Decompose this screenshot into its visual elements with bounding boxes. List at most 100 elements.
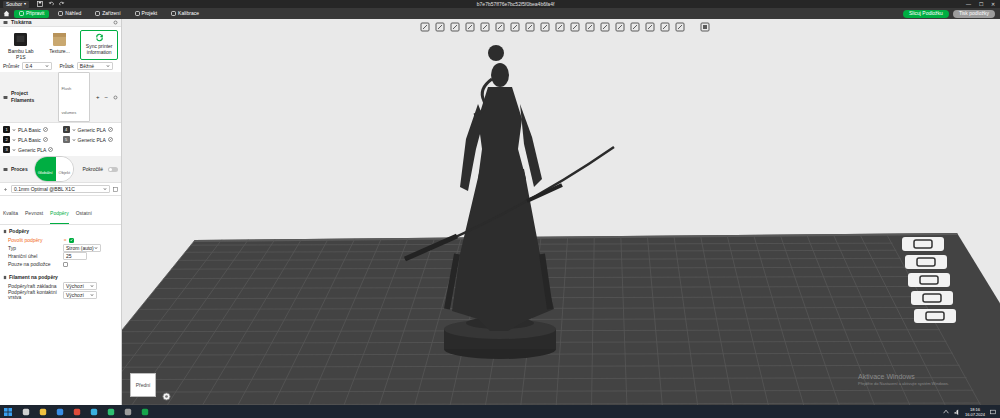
- setting-select[interactable]: Výchozí: [63, 282, 97, 290]
- filament-name[interactable]: PLA Basic: [18, 127, 41, 133]
- plate-name[interactable]: Texture...: [49, 48, 70, 54]
- main-tab-label[interactable]: Náhled: [65, 11, 81, 16]
- filament-name[interactable]: Generic PLA: [18, 147, 46, 153]
- slice-plate-label[interactable]: Slicuj Podložku: [909, 11, 943, 16]
- setting-value[interactable]: Výchozí: [66, 292, 84, 298]
- reset-icon: [63, 238, 67, 242]
- edit-filament-icon: [108, 127, 113, 132]
- file-menu[interactable]: Soubor▾: [3, 1, 29, 8]
- toolbar-tool-icon: [675, 22, 685, 32]
- flow-select-value[interactable]: Běžné: [80, 63, 94, 69]
- main-tab-label[interactable]: Kalibrace: [178, 11, 199, 16]
- main-tab[interactable]: Náhled: [53, 10, 86, 18]
- filament-name[interactable]: Generic PLA: [78, 127, 106, 133]
- toolbar-tool-icon: [495, 22, 505, 32]
- setting-row: Podpěry/raft kontaktní vrstvaVýchozí: [3, 290, 118, 300]
- 3d-viewport[interactable]: PředníAktivace WindowsPřejděte do Nastav…: [122, 19, 1000, 405]
- filament-item[interactable]: 2 PLA Basic: [3, 136, 59, 143]
- main-tab[interactable]: Projekt: [130, 10, 163, 18]
- filament-item[interactable]: 1 PLA Basic: [3, 126, 59, 133]
- main-tab-label[interactable]: Připravit: [26, 11, 44, 16]
- process-tab-label[interactable]: Podpěry: [50, 210, 69, 216]
- filament-item[interactable]: 5 Generic PLA: [63, 136, 119, 143]
- filament-item[interactable]: 3 Generic PLA: [3, 146, 59, 153]
- process-tab-label[interactable]: Kvalita: [3, 210, 18, 216]
- filament-swatch[interactable]: 1: [3, 126, 10, 133]
- setting-select[interactable]: Výchozí: [63, 291, 97, 299]
- flow-select[interactable]: Běžné: [77, 62, 113, 70]
- main-tab-label[interactable]: Projekt: [142, 11, 158, 16]
- nozzle-select[interactable]: 0.4: [22, 62, 52, 70]
- setting-label: Podpěry/raft kontaktní vrstva: [3, 290, 63, 300]
- taskbar-clock[interactable]: 18:1616.07.2024: [965, 407, 985, 417]
- checkbox[interactable]: [63, 262, 68, 267]
- scope-option[interactable]: Objekt: [56, 157, 74, 181]
- filament-name[interactable]: Generic PLA: [78, 137, 106, 143]
- preset-name[interactable]: 0.1mm Optimal @BBL X1C: [14, 186, 75, 192]
- print-plate-label[interactable]: Tisk podložky: [959, 11, 989, 16]
- main-tab[interactable]: Kalibrace: [166, 10, 204, 18]
- setting-value[interactable]: Strom (auto): [66, 245, 94, 251]
- process-header-title: Proces: [11, 166, 28, 173]
- view-cube[interactable]: Přední: [130, 373, 156, 397]
- filament-swatch[interactable]: 5: [63, 136, 70, 143]
- window-control-button[interactable]: ✕: [991, 2, 995, 7]
- setting-number-input[interactable]: 25: [63, 252, 87, 260]
- main-tab[interactable]: Připravit: [14, 10, 49, 18]
- preset-select[interactable]: 0.1mm Optimal @BBL X1C: [11, 185, 110, 193]
- remove-filament-button[interactable]: −: [105, 94, 109, 100]
- process-tab-label[interactable]: Pevnost: [25, 210, 43, 216]
- advanced-switch[interactable]: [108, 167, 118, 172]
- process-tab[interactable]: Podpěry: [50, 196, 69, 224]
- slice-plate-button[interactable]: Slicuj Podložku: [903, 10, 949, 18]
- file-menu-label[interactable]: Soubor: [6, 2, 22, 7]
- setting-value[interactable]: 25: [66, 253, 72, 259]
- dropdown-arrow[interactable]: ▾: [24, 2, 26, 6]
- setting-value[interactable]: Výchozí: [66, 283, 84, 289]
- view-cube-label[interactable]: Přední: [136, 382, 151, 388]
- nozzle-select-value[interactable]: 0.4: [25, 63, 32, 69]
- scope-option-label[interactable]: Objekt: [59, 170, 71, 175]
- setting-label: Pouze na podložce: [3, 262, 63, 267]
- tab-icon: [171, 11, 176, 16]
- tab-icon: [95, 11, 100, 16]
- dropdown-arrow-icon: [72, 138, 76, 142]
- clock-date[interactable]: 16.07.2024: [965, 412, 985, 417]
- clock-time[interactable]: 18:16: [970, 407, 980, 412]
- filament-name[interactable]: PLA Basic: [18, 137, 41, 143]
- process-tab[interactable]: Pevnost: [25, 196, 43, 224]
- process-tab[interactable]: Kvalita: [3, 196, 18, 224]
- switch-knob: [109, 168, 112, 171]
- process-tab-label[interactable]: Ostatní: [76, 210, 92, 216]
- sync-printer-button[interactable]: Sync printer information: [80, 30, 118, 60]
- setting-select[interactable]: Strom (auto): [63, 244, 101, 252]
- print-plate-button[interactable]: Tisk podložky: [953, 10, 995, 18]
- dropdown-arrow-icon: [94, 246, 98, 250]
- filament-swatch[interactable]: 4: [63, 126, 70, 133]
- checkbox[interactable]: [69, 238, 74, 243]
- scope-option-label[interactable]: Globální: [38, 170, 53, 175]
- printer-name[interactable]: Bambu Lab P1S: [3, 48, 39, 60]
- section-title: Podpěry: [3, 228, 118, 234]
- window-control-button[interactable]: —: [966, 2, 971, 7]
- filament-swatch[interactable]: 3: [3, 146, 10, 153]
- plate-card[interactable]: Texture...: [42, 30, 78, 60]
- window-control-button[interactable]: ☐: [979, 2, 983, 7]
- scope-option[interactable]: Globální: [35, 157, 56, 181]
- sidebar: TiskárnaBambu Lab P1STexture...Sync prin…: [0, 19, 122, 405]
- flush-volumes-label[interactable]: Flush volumes: [61, 86, 76, 115]
- nozzle-label: Průměr: [3, 63, 19, 69]
- main-tab-label[interactable]: Zařízení: [102, 11, 120, 16]
- printer-card[interactable]: Bambu Lab P1S: [3, 30, 39, 60]
- section-icon: [3, 20, 8, 25]
- main-tab[interactable]: Zařízení: [90, 10, 125, 18]
- setting-row: TypStrom (auto): [3, 244, 118, 252]
- filament-item[interactable]: 4 Generic PLA: [63, 126, 119, 133]
- add-filament-button[interactable]: +: [96, 94, 100, 100]
- sync-label[interactable]: Sync printer information: [81, 43, 117, 55]
- flush-volumes-button[interactable]: Flush volumes: [58, 72, 90, 122]
- filament-swatch[interactable]: 2: [3, 136, 10, 143]
- process-tab[interactable]: Ostatní: [76, 196, 92, 224]
- section-icon: [3, 95, 8, 100]
- filament-index: 1: [5, 128, 7, 132]
